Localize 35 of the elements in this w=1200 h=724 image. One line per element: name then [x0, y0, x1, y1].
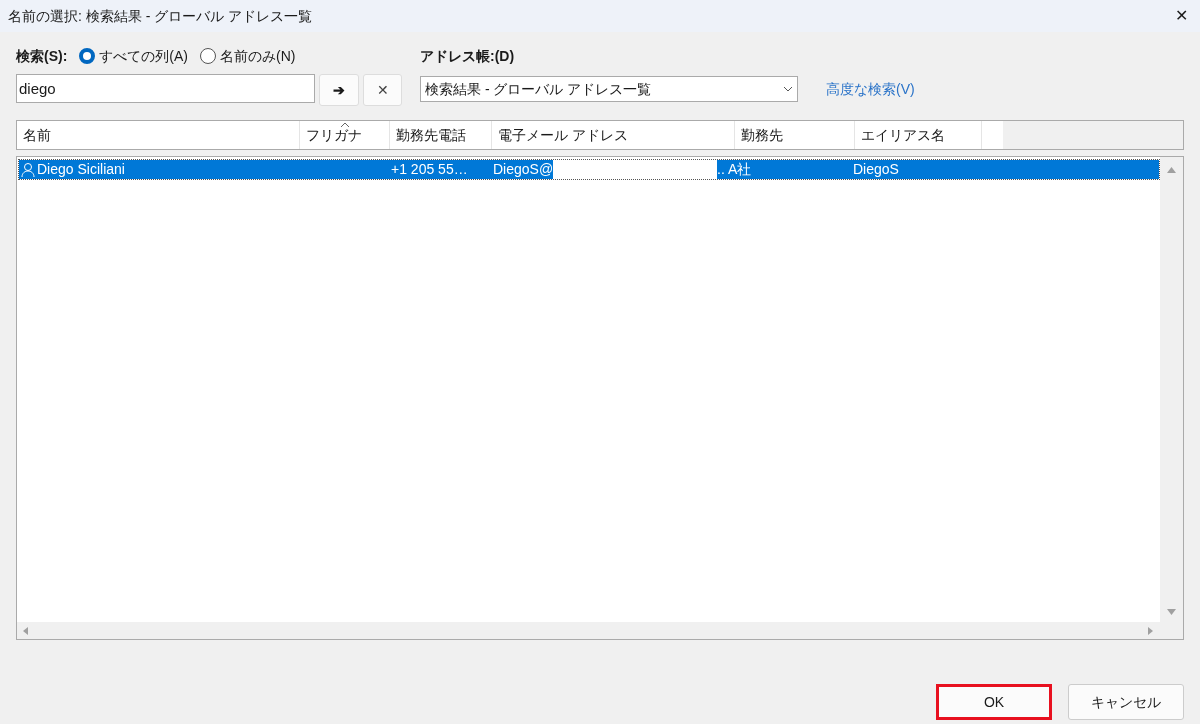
search-scope-radio[interactable]: 名前のみ(N)	[200, 45, 296, 67]
address-book-label: アドレス帳:(D)	[420, 46, 516, 66]
search-scope-radio[interactable]: すべての列(A)	[79, 45, 188, 67]
search-field[interactable]: diego	[16, 74, 315, 103]
person-icon	[21, 161, 35, 178]
table-cell-text: +1 205 55…	[391, 160, 468, 179]
column-header[interactable]: 名前	[17, 121, 300, 149]
table-cell-text: Diego Siciliani	[37, 160, 125, 179]
search-go-button[interactable]: ➔	[318, 74, 360, 106]
address-book-dropdown[interactable]: 検索結果 - グローバル アドレス一覧	[420, 76, 798, 102]
column-header[interactable]: フリガナ	[300, 121, 390, 149]
scroll-up-icon	[1167, 167, 1176, 173]
chevron-down-icon	[783, 86, 793, 92]
scroll-down-icon	[1167, 609, 1176, 615]
dialog-button[interactable]: キャンセル	[1068, 684, 1184, 720]
column-header[interactable]: エイリアス名	[855, 121, 982, 149]
window-title: 名前の選択: 検索結果 - グローバル アドレス一覧	[8, 6, 313, 26]
scroll-right-icon	[1148, 626, 1154, 635]
table-cell-text: .. A社	[717, 160, 752, 179]
empty-column-header	[982, 121, 1003, 149]
contact-row[interactable]: Diego Siciliani +1 205 55… DiegoS@ .. A社 DiegoS	[18, 159, 1160, 180]
scroll-left-icon	[23, 626, 29, 635]
sort-ascending-icon	[340, 122, 350, 128]
close-button[interactable]: ✕	[1175, 4, 1188, 28]
column-header[interactable]: 勤務先電話	[390, 121, 492, 149]
clear-search-button[interactable]: ✕	[363, 74, 402, 106]
search-label: 検索(S):	[16, 46, 68, 66]
horizontal-scrollbar[interactable]	[17, 622, 1160, 639]
table-cell: DiegoS@	[493, 160, 554, 179]
vertical-scrollbar[interactable]	[1160, 157, 1183, 639]
column-header[interactable]: 電子メール アドレス	[492, 121, 735, 149]
dialog-button[interactable]: OK	[936, 684, 1052, 720]
table-cell-text: DiegoS	[853, 160, 899, 179]
advanced-search-link[interactable]: 高度な検索(V)	[826, 78, 915, 100]
column-header[interactable]: 勤務先	[735, 121, 855, 149]
